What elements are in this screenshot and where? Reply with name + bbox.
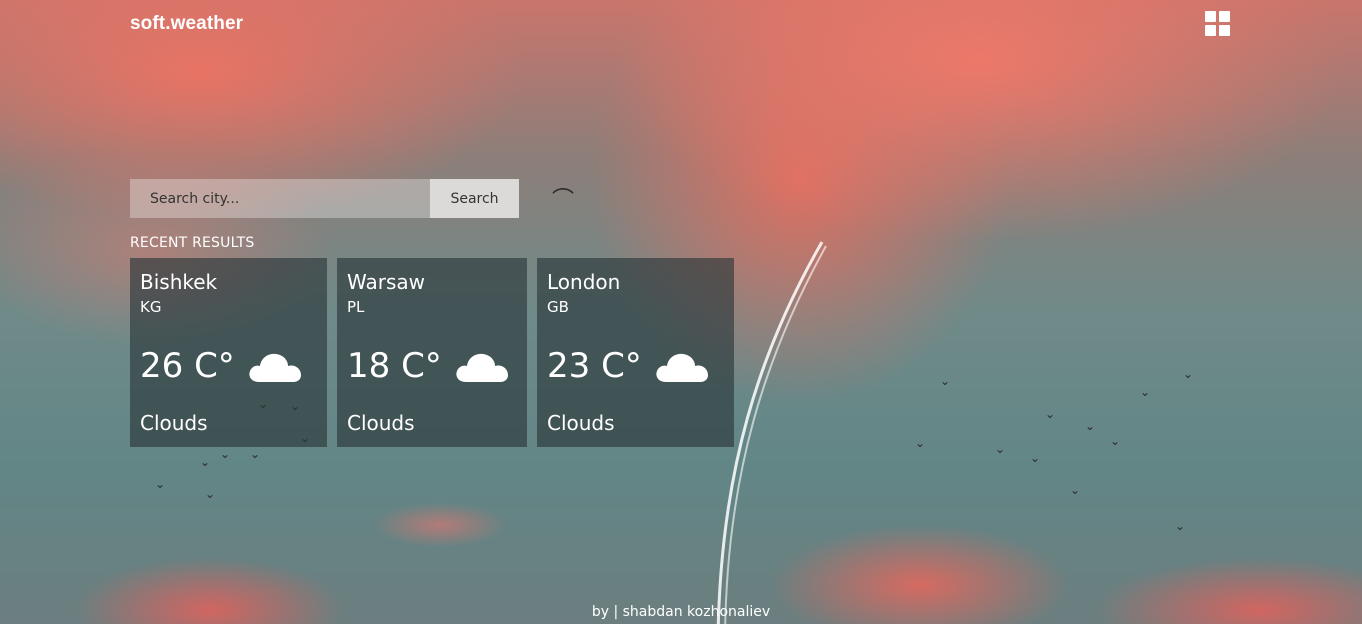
cloud-icon (456, 353, 508, 382)
recent-results-list: Bishkek KG 26 C° Clouds Warsaw PL 18 C° … (130, 258, 734, 447)
weather-card-warsaw[interactable]: Warsaw PL 18 C° Clouds (337, 258, 527, 447)
grid-menu-square (1205, 11, 1216, 22)
card-temperature: 23 C° (547, 346, 642, 386)
card-city: London (547, 270, 621, 294)
weather-card-london[interactable]: London GB 23 C° Clouds (537, 258, 734, 447)
search-bar: Search (130, 179, 519, 218)
search-button[interactable]: Search (430, 179, 519, 218)
card-city: Bishkek (140, 270, 218, 294)
card-condition: Clouds (547, 411, 615, 435)
card-temperature: 18 C° (347, 346, 442, 386)
weather-card-bishkek[interactable]: Bishkek KG 26 C° Clouds (130, 258, 327, 447)
card-city: Warsaw (347, 270, 426, 294)
cloud-icon (249, 353, 301, 382)
card-condition: Clouds (347, 411, 415, 435)
grid-menu-square (1205, 25, 1216, 36)
cloud-icon (656, 353, 708, 382)
app-logo[interactable]: soft.weather (130, 13, 243, 35)
card-country: GB (547, 298, 569, 316)
grid-menu-square (1219, 11, 1230, 22)
footer-credit: by | shabdan kozhonaliev (591, 604, 771, 620)
recent-results-heading: RECENT RESULTS (130, 235, 255, 251)
card-country: PL (347, 298, 365, 316)
card-country: KG (140, 298, 162, 316)
card-condition: Clouds (140, 411, 208, 435)
grid-menu-square (1219, 25, 1230, 36)
card-temperature: 26 C° (140, 346, 235, 386)
search-input[interactable] (130, 179, 430, 218)
grid-menu-icon[interactable] (1205, 11, 1230, 36)
